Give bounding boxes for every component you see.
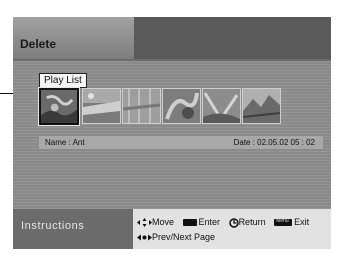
thumbnail-1[interactable] [38, 87, 80, 126]
thumbnail-image-icon [243, 89, 280, 123]
thumbnail-image-icon [123, 89, 160, 123]
menu-key-icon [274, 218, 293, 227]
thumbnail-image-icon [163, 89, 200, 123]
delete-screen: Delete Play List Name: Ant Date: 02.05… [13, 17, 331, 249]
prev-next-page-label: Prev/Next Page [152, 232, 216, 242]
enter-key-icon [182, 219, 197, 227]
return-icon [228, 217, 239, 228]
thumbnail-image-icon [41, 90, 77, 123]
date-field: Date : 02.05.02 05 : 02 [233, 138, 315, 147]
prev-next-arrows-icon [137, 234, 152, 241]
move-label: Move [152, 217, 175, 227]
title-bar: Delete [13, 17, 331, 59]
info-bar: Name : Ant Date : 02.05.02 05 : 02 [39, 136, 323, 149]
instructions-panel: Move Enter Return Exit Prev/Next Page [133, 209, 331, 249]
instructions-row-1: Move Enter Return Exit [137, 217, 309, 228]
thumbnail-6[interactable] [242, 88, 281, 124]
thumbnail-4[interactable] [162, 88, 201, 124]
thumbnail-image-icon [83, 89, 120, 123]
thumbnail-2[interactable] [82, 88, 121, 124]
move-arrows-icon [137, 218, 152, 228]
page-title: Delete [20, 37, 57, 51]
return-label: Return [238, 217, 266, 227]
thumbnail-image-icon [203, 89, 240, 123]
instructions-label: Instructions [21, 220, 85, 232]
instructions-row-2: Prev/Next Page [137, 232, 215, 242]
thumbnail-3[interactable] [122, 88, 161, 124]
name-field: Name : Ant [45, 138, 85, 147]
thumbnail-5[interactable] [202, 88, 241, 124]
exit-label: Exit [294, 217, 310, 227]
playlist-tab[interactable]: Play List [39, 73, 87, 88]
enter-label: Enter [198, 217, 221, 227]
instructions-bar: Instructions Move Enter Return Exit [13, 209, 331, 249]
